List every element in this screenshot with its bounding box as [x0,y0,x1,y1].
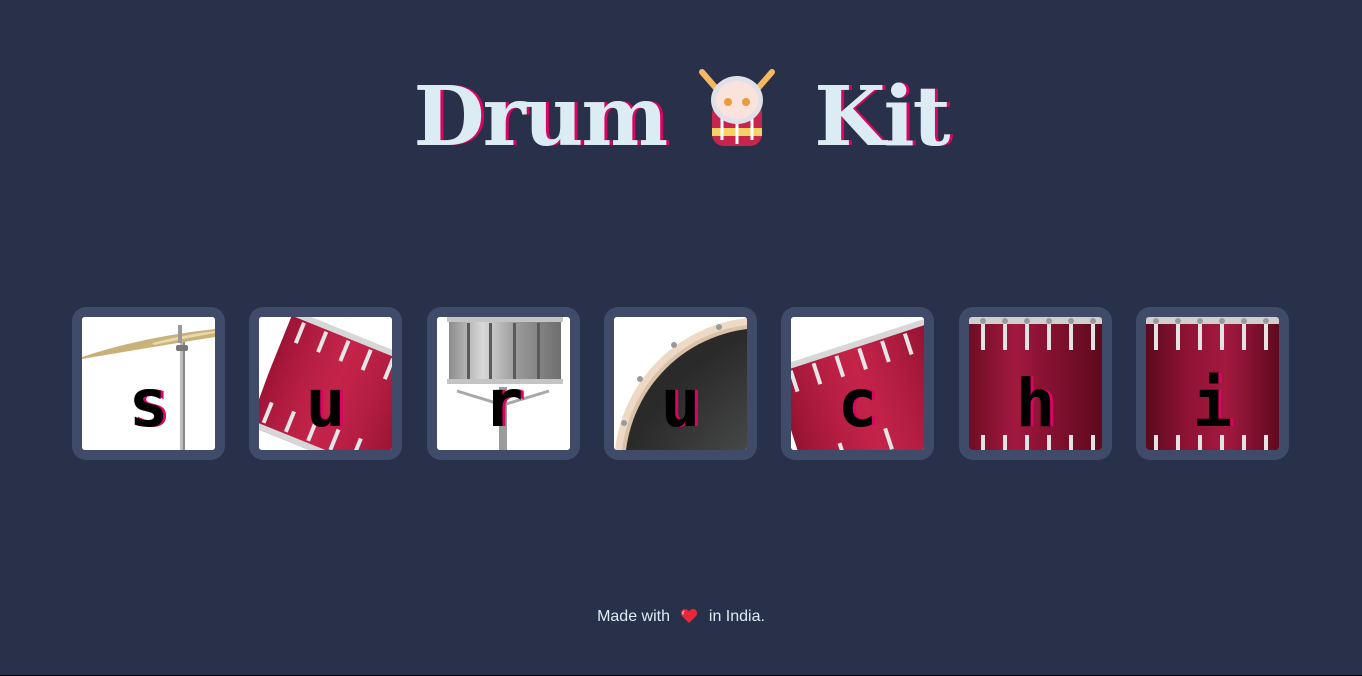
key-letter: h [1015,365,1056,442]
drum-pad-i[interactable]: i [1136,307,1289,460]
title-drum-word: Drum [413,68,669,165]
heart-icon [680,608,698,624]
key-letter: u [660,365,701,442]
key-letter: i [1192,365,1233,442]
drum-pad-r[interactable]: r [427,307,580,460]
drum-pad-h[interactable]: h [959,307,1112,460]
footer: Made with in India. [0,607,1362,627]
key-letter: r [483,365,524,442]
key-letter: u [305,365,346,442]
drum-set: s u r u c h i [72,307,1290,461]
footer-text-before: Made with [597,608,670,625]
drum-pad-u-2[interactable]: u [604,307,757,460]
drum-pad-c[interactable]: c [781,307,934,460]
key-letter: c [837,365,878,442]
drum-pad-s[interactable]: s [72,307,225,460]
page-title: Drum Kit [0,60,1362,167]
key-letter: s [128,365,169,442]
drum-pad-u[interactable]: u [249,307,402,460]
footer-text-after: in India. [708,608,765,625]
title-kit-word: Kit [814,68,950,165]
drum-icon [694,68,780,154]
